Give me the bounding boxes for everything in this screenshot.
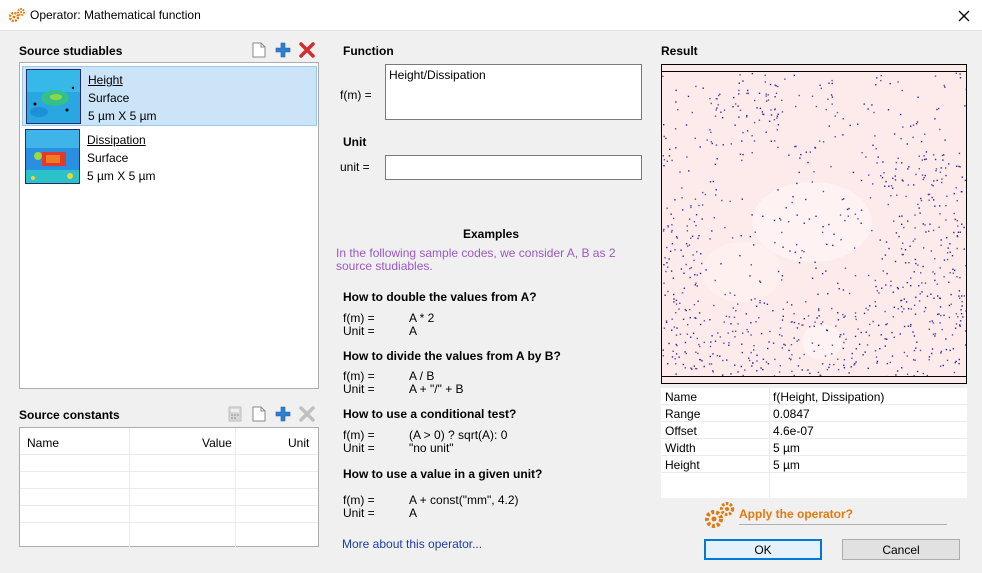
function-title: Function (343, 44, 394, 58)
example-unit-value: A (409, 506, 418, 520)
property-key: Height (665, 458, 700, 472)
gears-icon (8, 8, 25, 23)
table-row: Offset 4.6e-07 (661, 422, 967, 439)
remove-constant-button[interactable] (297, 404, 317, 424)
example-unit-label: Unit = (343, 506, 375, 520)
calculator-icon (228, 406, 242, 422)
example-question: How to divide the values from A by B? (343, 349, 561, 363)
unit-label: unit = (340, 160, 370, 174)
result-properties-table: Name f(Height, Dissipation) Range 0.0847… (661, 388, 967, 498)
result-image (661, 64, 967, 384)
property-value: 5 µm (773, 458, 800, 472)
property-key: Name (665, 390, 698, 404)
table-row: Height 5 µm (661, 456, 967, 473)
close-button[interactable] (946, 0, 982, 31)
example-unit-value: A + "/" + B (409, 382, 464, 396)
add-constant-button[interactable] (273, 404, 293, 424)
studiables-list[interactable]: Height Surface 5 µm X 5 µm Dissipation S… (19, 62, 319, 389)
window-title: Operator: Mathematical function (30, 8, 201, 22)
example-question: How to double the values from A? (343, 290, 537, 304)
close-icon (958, 10, 970, 21)
divider (739, 524, 947, 525)
function-input-value: Height/Dissipation (389, 68, 486, 82)
example-unit-label: Unit = (343, 441, 375, 455)
remove-studiable-button[interactable] (297, 40, 317, 60)
ok-button[interactable]: OK (704, 539, 822, 560)
example-unit-label: Unit = (343, 324, 375, 338)
item-type: Surface (87, 151, 129, 165)
column-header-name: Name (27, 436, 60, 450)
height-thumbnail (26, 69, 81, 124)
item-type: Surface (88, 91, 130, 105)
apply-operator-label: Apply the operator? (739, 507, 854, 521)
fm-label: f(m) = (340, 88, 372, 102)
example-question: How to use a value in a given unit? (343, 467, 543, 481)
table-row: Name f(Height, Dissipation) (661, 388, 967, 405)
property-key: Offset (665, 424, 697, 438)
list-item-height[interactable]: Height Surface 5 µm X 5 µm (22, 66, 317, 126)
item-size: 5 µm X 5 µm (88, 109, 157, 123)
examples-title: Examples (463, 227, 520, 241)
item-size: 5 µm X 5 µm (87, 169, 156, 183)
new-document-icon (252, 42, 266, 58)
dissipation-thumbnail (25, 129, 80, 184)
property-key: Width (665, 441, 696, 455)
plus-icon (275, 42, 291, 58)
property-key: Range (665, 407, 701, 421)
more-about-operator-link[interactable]: More about this operator... (342, 537, 482, 551)
gears-icon (705, 501, 735, 528)
table-row: Range 0.0847 (661, 405, 967, 422)
property-value: f(Height, Dissipation) (773, 390, 885, 404)
examples-intro: In the following sample codes, we consid… (336, 246, 616, 273)
example-unit-value: A (409, 324, 418, 338)
cancel-button[interactable]: Cancel (842, 539, 960, 560)
column-header-value: Value (202, 436, 232, 450)
item-name: Height (88, 73, 123, 87)
result-title: Result (661, 44, 698, 58)
table-row: Width 5 µm (661, 439, 967, 456)
unit-title: Unit (343, 135, 367, 149)
new-studiable-button[interactable] (249, 40, 269, 60)
property-value: 5 µm (773, 441, 800, 455)
example-fm-value: A + const("mm", 4.2) (409, 493, 519, 507)
source-studiables-title: Source studiables (19, 44, 123, 58)
example-question: How to use a conditional test? (343, 407, 517, 421)
title-bar: Operator: Mathematical function (0, 0, 982, 31)
add-studiable-button[interactable] (273, 40, 293, 60)
property-value: 4.6e-07 (773, 424, 814, 438)
new-document-icon (252, 406, 266, 422)
function-input[interactable]: Height/Dissipation (385, 64, 642, 120)
plus-icon (275, 406, 291, 422)
new-constant-button[interactable] (249, 404, 269, 424)
column-header-unit: Unit (288, 436, 310, 450)
constants-table[interactable]: Name Value Unit (19, 427, 319, 548)
example-unit-label: Unit = (343, 382, 375, 396)
property-value: 0.0847 (773, 407, 810, 421)
calculator-button[interactable] (225, 404, 245, 424)
delete-icon (299, 42, 315, 58)
source-constants-title: Source constants (19, 408, 120, 422)
unit-input[interactable] (385, 155, 642, 180)
delete-icon (299, 406, 315, 422)
example-unit-value: "no unit" (409, 441, 454, 455)
item-name: Dissipation (87, 133, 146, 147)
list-item-dissipation[interactable]: Dissipation Surface 5 µm X 5 µm (22, 127, 317, 187)
